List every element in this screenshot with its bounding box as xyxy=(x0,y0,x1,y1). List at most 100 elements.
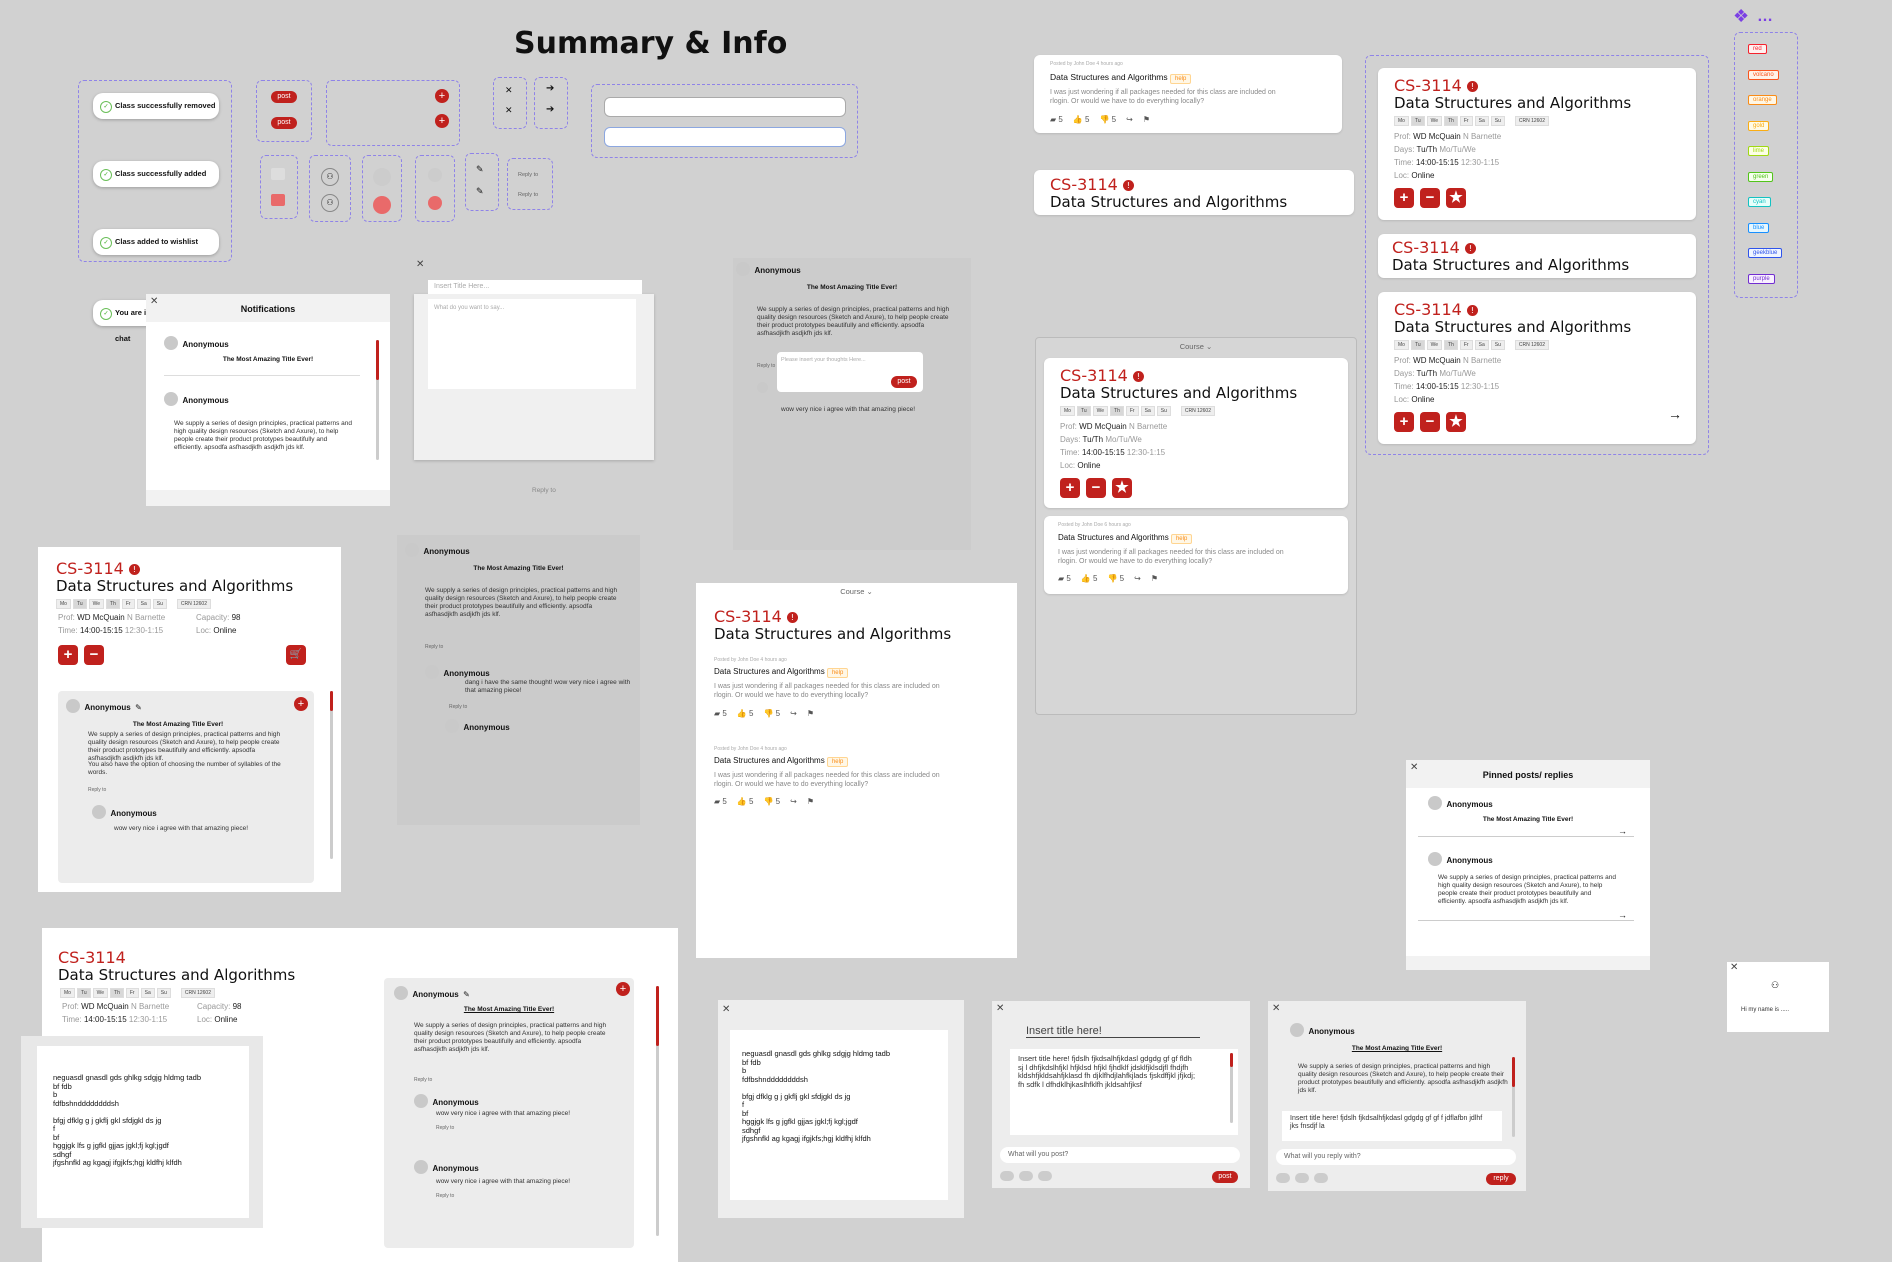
add-icon[interactable]: + xyxy=(294,697,308,711)
remove-button[interactable]: − xyxy=(84,645,104,665)
color-tag-volcano[interactable]: volcano xyxy=(1748,69,1779,80)
title-input[interactable]: Insert Title Here... xyxy=(428,280,642,294)
remove-button[interactable]: − xyxy=(1420,188,1440,208)
info-icon[interactable]: ! xyxy=(1466,81,1478,92)
reply-link[interactable]: Reply to xyxy=(518,191,538,199)
info-icon[interactable]: ! xyxy=(1132,371,1144,382)
share-icon[interactable]: ↪ xyxy=(1126,115,1133,124)
user-icon[interactable]: ⚇ xyxy=(321,168,339,186)
dislike-icon[interactable]: 👎 5 xyxy=(1099,115,1116,124)
arrow-right-icon[interactable]: → xyxy=(1618,826,1627,836)
info-icon[interactable]: ! xyxy=(1464,243,1476,254)
close-icon[interactable]: ✕ xyxy=(1272,1003,1280,1014)
add-button[interactable]: + xyxy=(1394,188,1414,208)
close-icon[interactable]: ✕ xyxy=(722,1004,730,1015)
emoji-icon-active[interactable] xyxy=(373,196,391,214)
course-header-card[interactable]: CS-3114! Data Structures and Algorithms xyxy=(1034,170,1354,215)
more-icon[interactable]: … xyxy=(1757,8,1773,26)
close-icon[interactable]: ✕ xyxy=(1730,962,1738,973)
post-title[interactable]: Data Structures and Algorithms help xyxy=(714,667,849,678)
reply-link[interactable]: Reply to xyxy=(449,703,467,711)
reply-link[interactable]: Reply to xyxy=(414,1076,432,1084)
gif-icon[interactable] xyxy=(1295,1173,1309,1183)
post-title[interactable]: Data Structures and Algorithms help xyxy=(714,756,849,767)
course-dropdown[interactable]: Course ⌄ xyxy=(1036,342,1356,351)
like-icon[interactable]: 👍 5 xyxy=(1073,115,1090,124)
text-input-focused[interactable] xyxy=(604,127,846,147)
pin-icon[interactable]: ✎ xyxy=(463,990,470,999)
like-icon[interactable]: 👍 5 xyxy=(737,797,754,806)
tag-chip-active[interactable] xyxy=(271,194,285,206)
share-icon[interactable]: ↪ xyxy=(1134,574,1141,583)
tag-chip[interactable] xyxy=(271,168,285,180)
post-summary-card[interactable]: Posted by John Doe 4 hours ago Data Stru… xyxy=(1034,55,1342,133)
reply-link[interactable]: Reply to xyxy=(425,643,443,651)
color-tag-geekblue[interactable]: geekblue xyxy=(1748,248,1783,258)
gif-icon[interactable] xyxy=(428,168,442,182)
add-icon[interactable]: + xyxy=(435,89,449,103)
scrollbar[interactable] xyxy=(376,340,379,460)
info-icon[interactable]: ! xyxy=(128,564,140,575)
comment-icon[interactable]: ▰ 5 xyxy=(714,797,727,806)
dislike-icon[interactable]: 👎 5 xyxy=(763,709,780,718)
scrollbar[interactable] xyxy=(330,691,333,859)
dislike-icon[interactable]: 👎 5 xyxy=(763,797,780,806)
add-button[interactable]: + xyxy=(1060,478,1080,498)
reply-link[interactable]: Reply to xyxy=(757,362,775,370)
color-tag-lime[interactable]: lime xyxy=(1748,146,1770,156)
arrow-right-icon[interactable]: ➔ xyxy=(546,104,554,115)
pinned-item[interactable]: Anonymous xyxy=(1428,794,1493,812)
color-tag-blue[interactable]: blue xyxy=(1748,222,1770,233)
reply-link[interactable]: Reply to xyxy=(532,487,556,495)
comment-icon[interactable]: ▰ 5 xyxy=(1050,115,1063,124)
arrow-right-icon[interactable]: → xyxy=(1668,406,1682,422)
info-icon[interactable]: ! xyxy=(786,612,798,623)
course-dropdown[interactable]: Course ⌄ xyxy=(696,587,1017,596)
reply-link[interactable]: Reply to xyxy=(436,1192,454,1200)
reply-link[interactable]: Reply to xyxy=(88,786,106,794)
like-icon[interactable]: 👍 5 xyxy=(1081,574,1098,583)
post-button[interactable]: post xyxy=(271,117,297,129)
pin-icon[interactable]: ✎ xyxy=(135,703,142,712)
close-icon[interactable]: ✕ xyxy=(996,1003,1004,1014)
remove-button[interactable]: − xyxy=(1420,412,1440,432)
post-button[interactable]: post xyxy=(1212,1171,1238,1183)
pinned-item[interactable]: Anonymous xyxy=(1428,850,1493,868)
scrollbar[interactable] xyxy=(656,986,659,1236)
color-tag-green[interactable]: green xyxy=(1748,171,1774,182)
wishlist-button[interactable]: ★ xyxy=(1112,478,1132,498)
reply-input[interactable]: What will you reply with? xyxy=(1276,1149,1516,1165)
course-card[interactable]: CS-3114! Data Structures and Algorithms … xyxy=(1378,68,1696,220)
course-card[interactable]: CS-3114! Data Structures and Algorithms … xyxy=(1044,358,1348,508)
color-tag-orange[interactable]: orange xyxy=(1748,95,1777,105)
title-input[interactable]: Insert title here! xyxy=(1026,1025,1200,1038)
gif-icon-active[interactable] xyxy=(428,196,442,210)
info-icon[interactable]: ! xyxy=(1122,180,1134,191)
emoji-icon[interactable] xyxy=(1000,1171,1014,1181)
tag-icon[interactable] xyxy=(1314,1173,1328,1183)
color-tag-gold[interactable]: gold xyxy=(1748,120,1770,131)
reply-link[interactable]: Reply to xyxy=(518,171,538,179)
info-icon[interactable]: ! xyxy=(1466,305,1478,316)
reply-button[interactable]: reply xyxy=(1486,1173,1516,1185)
wishlist-button[interactable]: ★ xyxy=(1446,188,1466,208)
post-input[interactable]: What will you post? xyxy=(1000,1147,1240,1163)
share-icon[interactable]: ↪ xyxy=(790,709,797,718)
wishlist-button[interactable]: ★ xyxy=(1446,412,1466,432)
flag-icon[interactable]: ⚑ xyxy=(1151,574,1158,583)
close-icon[interactable]: ✕ xyxy=(416,259,424,270)
pin-icon[interactable]: ✎ xyxy=(476,164,484,175)
arrow-right-icon[interactable]: → xyxy=(1618,910,1627,920)
cart-icon[interactable]: 🛒 xyxy=(286,645,306,665)
emoji-icon[interactable] xyxy=(1276,1173,1290,1183)
gif-icon[interactable] xyxy=(1019,1171,1033,1181)
add-button[interactable]: + xyxy=(58,645,78,665)
flag-icon[interactable]: ⚑ xyxy=(1143,115,1150,124)
scrollbar[interactable] xyxy=(1230,1053,1233,1123)
body-input[interactable]: What do you want to say... xyxy=(428,299,636,389)
flag-icon[interactable]: ⚑ xyxy=(807,797,814,806)
tag-icon[interactable] xyxy=(1038,1171,1052,1181)
notification-item[interactable]: Anonymous xyxy=(164,334,229,352)
notification-item[interactable]: Anonymous xyxy=(164,390,229,408)
post-button[interactable]: post xyxy=(891,376,917,388)
